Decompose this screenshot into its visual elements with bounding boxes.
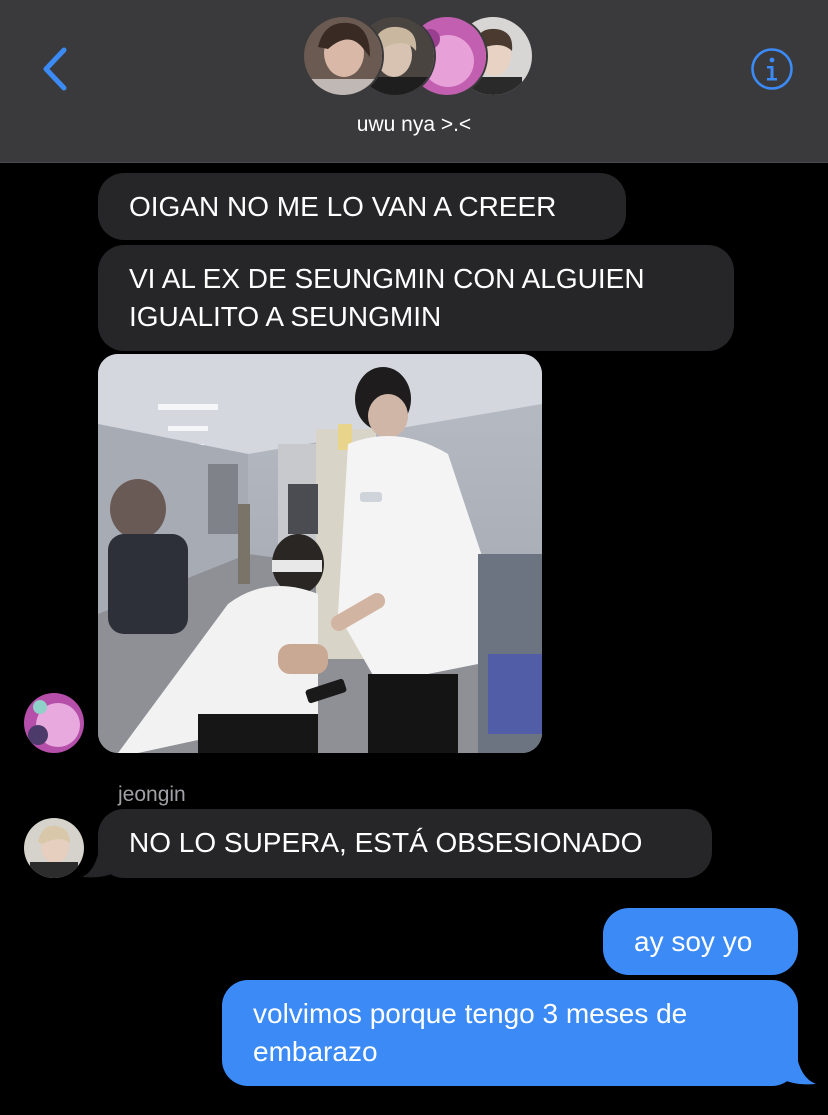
message-text: embarazo — [253, 1036, 378, 1067]
message-photo[interactable] — [98, 354, 542, 753]
message-text: OIGAN NO ME LO VAN A CREER — [129, 191, 557, 222]
avatar[interactable] — [24, 693, 84, 753]
message-bubble-incoming[interactable]: OIGAN NO ME LO VAN A CREER — [98, 173, 626, 240]
message-bubble-incoming[interactable]: VI AL EX DE SEUNGMIN CON ALGUIEN IGUALIT… — [98, 245, 734, 351]
back-chevron-icon[interactable] — [38, 44, 74, 94]
message-text: IGUALITO A SEUNGMIN — [129, 301, 442, 332]
message-bubble-outgoing[interactable]: volvimos porque tengo 3 meses de embaraz… — [222, 980, 798, 1086]
sender-name: jeongin — [118, 783, 186, 806]
info-icon[interactable] — [750, 47, 794, 91]
message-text: volvimos porque tengo 3 meses de — [253, 998, 688, 1029]
message-bubble-incoming[interactable]: NO LO SUPERA, ESTÁ OBSESIONADO — [98, 809, 712, 878]
message-text: NO LO SUPERA, ESTÁ OBSESIONADO — [129, 827, 643, 858]
message-bubble-outgoing[interactable]: ay soy yo — [603, 908, 798, 975]
conversation-header: uwu nya >.< — [0, 0, 828, 163]
message-text: VI AL EX DE SEUNGMIN CON ALGUIEN — [129, 263, 645, 294]
avatar[interactable] — [24, 818, 84, 878]
avatar — [302, 15, 384, 97]
message-text: ay soy yo — [634, 926, 753, 957]
group-avatars[interactable] — [302, 15, 534, 97]
group-name[interactable]: uwu nya >.< — [0, 113, 828, 137]
